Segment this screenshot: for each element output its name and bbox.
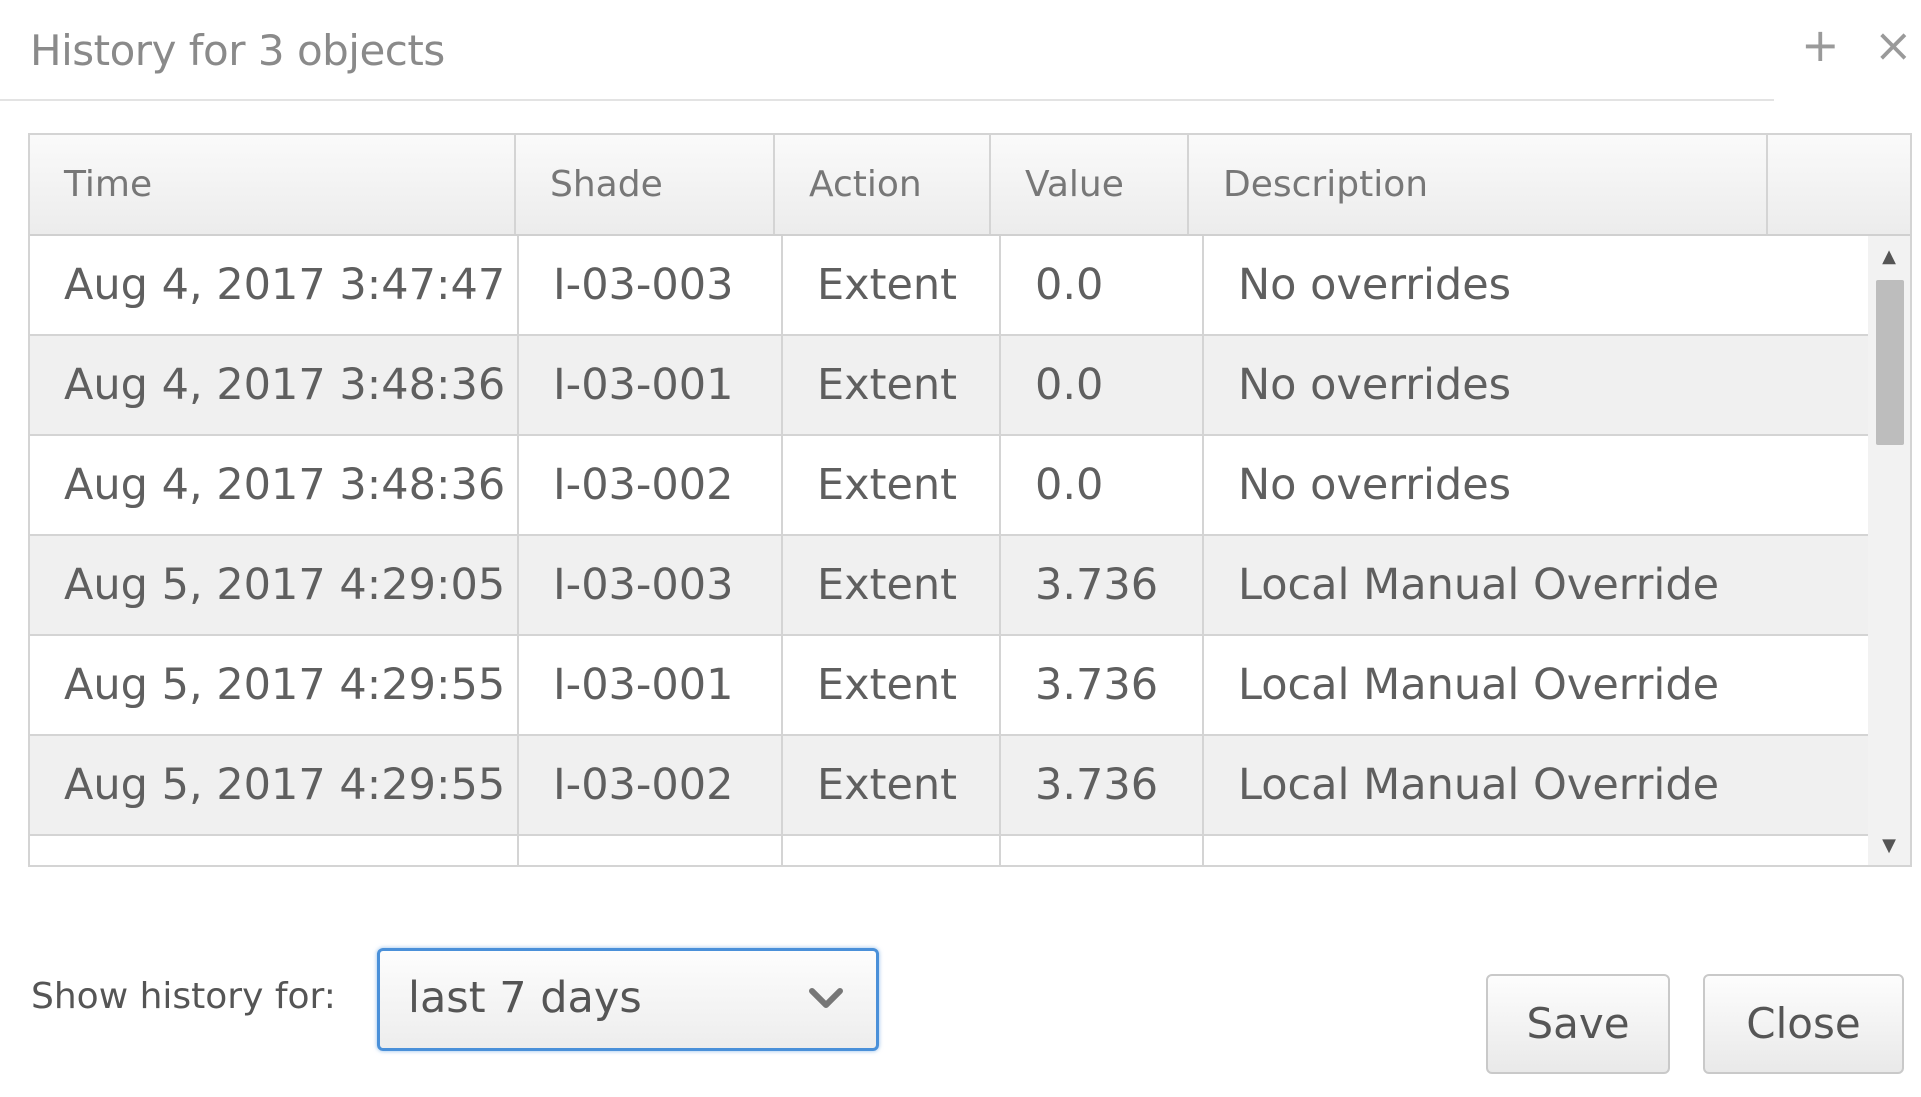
- table-row[interactable]: Aug 4, 2017 3:47:47 PM I-03-003 Extent 0…: [30, 236, 1868, 336]
- scroll-down-arrow-icon[interactable]: ▼: [1868, 831, 1910, 861]
- cell-description: No overrides: [1238, 360, 1512, 410]
- cell-shade: I-03-002: [519, 436, 783, 534]
- cell-value: 0.0: [1001, 236, 1204, 334]
- cell-value: 3.736: [1001, 736, 1204, 834]
- plus-icon[interactable]: +: [1801, 22, 1840, 68]
- table-row[interactable]: [30, 836, 1868, 865]
- cell-action: Extent: [783, 236, 1001, 334]
- scrollbar-thumb[interactable]: [1876, 280, 1904, 445]
- cell-value: 0.0: [1001, 336, 1204, 434]
- close-icon[interactable]: ×: [1874, 22, 1913, 68]
- cell-time: Aug 4, 2017 3:48:36 PM: [30, 336, 519, 434]
- history-period-value: last 7 days: [408, 973, 642, 1023]
- column-header-shade[interactable]: Shade: [516, 135, 775, 234]
- table-row[interactable]: Aug 5, 2017 4:29:55 PM I-03-001 Extent 3…: [30, 636, 1868, 736]
- dialog-title: History for 3 objects: [30, 26, 445, 75]
- cell-description: No overrides: [1238, 460, 1512, 510]
- history-table: Time Shade Action Value Description Aug …: [28, 133, 1912, 867]
- table-row[interactable]: Aug 5, 2017 4:29:55 PM I-03-002 Extent 3…: [30, 736, 1868, 836]
- column-header-value[interactable]: Value: [991, 135, 1189, 234]
- table-row[interactable]: Aug 4, 2017 3:48:36 PM I-03-002 Extent 0…: [30, 436, 1868, 536]
- cell-time: Aug 5, 2017 4:29:55 PM: [30, 636, 519, 734]
- scroll-up-arrow-icon[interactable]: ▲: [1868, 242, 1910, 272]
- cell-action: Extent: [783, 436, 1001, 534]
- cell-action: Extent: [783, 736, 1001, 834]
- cell-shade: I-03-003: [519, 536, 783, 634]
- save-button[interactable]: Save: [1486, 974, 1670, 1074]
- cell-time: Aug 4, 2017 3:47:47 PM: [30, 236, 519, 334]
- cell-value: 3.736: [1001, 636, 1204, 734]
- cell-action: Extent: [783, 336, 1001, 434]
- cell-description: [1204, 836, 1868, 865]
- table-header: Time Shade Action Value Description: [30, 135, 1910, 236]
- cell-action: Extent: [783, 536, 1001, 634]
- cell-value: 0.0: [1001, 436, 1204, 534]
- show-history-label: Show history for:: [31, 976, 336, 1017]
- cell-value: 3.736: [1001, 536, 1204, 634]
- column-header-description[interactable]: Description: [1189, 135, 1768, 234]
- cell-time: Aug 4, 2017 3:48:36 PM: [30, 436, 519, 534]
- history-period-select[interactable]: last 7 days: [377, 948, 879, 1051]
- cell-time: [30, 836, 519, 865]
- table-row[interactable]: Aug 4, 2017 3:48:36 PM I-03-001 Extent 0…: [30, 336, 1868, 436]
- cell-description: Local Manual Override: [1238, 660, 1720, 710]
- cell-description: Local Manual Override: [1238, 560, 1720, 610]
- cell-description: No overrides: [1238, 260, 1512, 310]
- cell-action: Extent: [783, 636, 1001, 734]
- close-button[interactable]: Close: [1703, 974, 1904, 1074]
- title-divider: [0, 99, 1774, 101]
- column-header-time[interactable]: Time: [30, 135, 516, 234]
- table-row[interactable]: Aug 5, 2017 4:29:05 PM I-03-003 Extent 3…: [30, 536, 1868, 636]
- cell-description: Local Manual Override: [1238, 760, 1720, 810]
- table-body: Aug 4, 2017 3:47:47 PM I-03-003 Extent 0…: [30, 236, 1868, 865]
- column-header-action[interactable]: Action: [775, 135, 991, 234]
- cell-shade: I-03-001: [519, 636, 783, 734]
- cell-shade: I-03-002: [519, 736, 783, 834]
- cell-shade: [519, 836, 783, 865]
- cell-action: [783, 836, 1001, 865]
- chevron-down-icon: [809, 988, 843, 1008]
- cell-value: [1001, 836, 1204, 865]
- cell-shade: I-03-001: [519, 336, 783, 434]
- history-dialog: History for 3 objects + × Time Shade Act…: [0, 0, 1921, 1097]
- vertical-scrollbar[interactable]: ▲ ▼: [1868, 236, 1910, 865]
- cell-time: Aug 5, 2017 4:29:55 PM: [30, 736, 519, 834]
- cell-shade: I-03-003: [519, 236, 783, 334]
- cell-time: Aug 5, 2017 4:29:05 PM: [30, 536, 519, 634]
